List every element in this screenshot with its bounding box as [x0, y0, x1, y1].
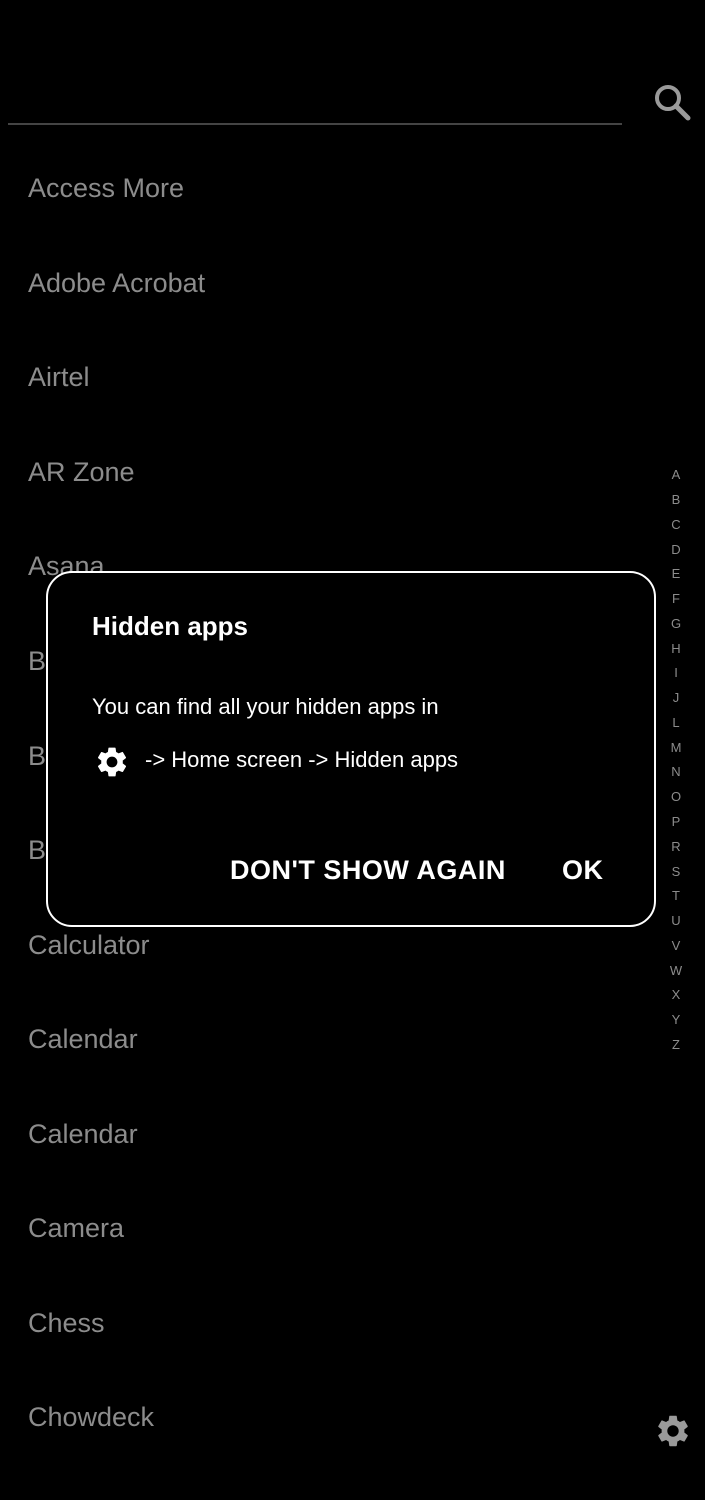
app-item[interactable]: B: [28, 641, 46, 681]
app-item[interactable]: Camera: [28, 1208, 124, 1248]
alphabet-letter[interactable]: N: [662, 764, 690, 780]
alphabet-letter[interactable]: P: [662, 814, 690, 830]
dont-show-again-button[interactable]: DON'T SHOW AGAIN: [230, 855, 506, 886]
alphabet-letter[interactable]: T: [662, 888, 690, 904]
gear-icon: [658, 1415, 688, 1447]
alphabet-letter[interactable]: W: [662, 963, 690, 979]
gear-icon: [98, 747, 127, 777]
ok-button[interactable]: OK: [562, 855, 604, 886]
alphabet-letter[interactable]: H: [662, 641, 690, 657]
alphabet-letter[interactable]: I: [662, 665, 690, 681]
alphabet-letter[interactable]: C: [662, 517, 690, 533]
app-item[interactable]: Calendar: [28, 1019, 138, 1059]
app-item[interactable]: Chowdeck: [28, 1397, 154, 1437]
alphabet-letter[interactable]: E: [662, 566, 690, 582]
alphabet-letter[interactable]: Z: [662, 1037, 690, 1053]
alphabet-letter[interactable]: D: [662, 542, 690, 558]
alphabet-letter[interactable]: A: [662, 467, 690, 483]
alphabet-letter[interactable]: B: [662, 492, 690, 508]
alphabet-letter[interactable]: S: [662, 864, 690, 880]
dialog-title: Hidden apps: [92, 611, 249, 641]
app-item[interactable]: B: [28, 830, 46, 870]
app-item[interactable]: B: [28, 736, 46, 776]
hidden-apps-dialog: Hidden apps You can find all your hidden…: [46, 571, 656, 927]
alphabet-letter[interactable]: Y: [662, 1012, 690, 1028]
search-underline[interactable]: [8, 123, 622, 125]
app-item[interactable]: Airtel: [28, 357, 90, 397]
app-item[interactable]: Access More: [28, 168, 184, 208]
dialog-message: You can find all your hidden apps in: [92, 694, 439, 719]
search-icon: [655, 85, 691, 121]
settings-button[interactable]: [654, 1412, 692, 1450]
alphabet-letter[interactable]: R: [662, 839, 690, 855]
dialog-settings-path: -> Home screen -> Hidden apps: [145, 747, 459, 772]
app-item[interactable]: Adobe Acrobat: [28, 263, 205, 303]
alphabet-letter[interactable]: F: [662, 591, 690, 607]
app-item[interactable]: Chess: [28, 1303, 105, 1343]
app-item[interactable]: Calculator: [28, 925, 150, 965]
app-item[interactable]: Calendar: [28, 1114, 138, 1154]
alphabet-letter[interactable]: M: [662, 740, 690, 756]
alphabet-letter[interactable]: X: [662, 987, 690, 1003]
alphabet-letter[interactable]: U: [662, 913, 690, 929]
alphabet-letter[interactable]: O: [662, 789, 690, 805]
alphabet-letter[interactable]: L: [662, 715, 690, 731]
app-item[interactable]: AR Zone: [28, 452, 135, 492]
search-button[interactable]: [652, 82, 692, 122]
alphabet-letter[interactable]: V: [662, 938, 690, 954]
alphabet-letter[interactable]: G: [662, 616, 690, 632]
alphabet-letter[interactable]: J: [662, 690, 690, 706]
